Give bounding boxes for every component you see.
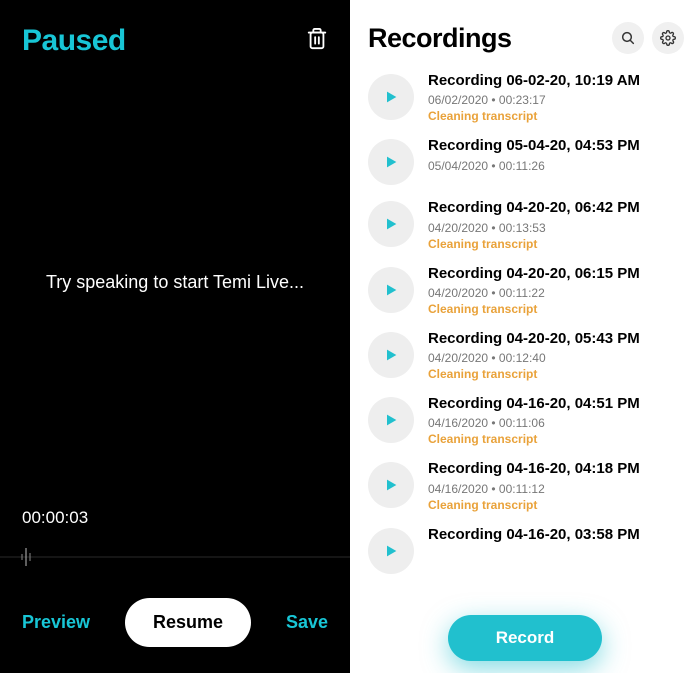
play-icon bbox=[383, 89, 399, 105]
header-icons bbox=[612, 22, 684, 54]
record-bar: Record bbox=[350, 603, 700, 673]
preview-button[interactable]: Preview bbox=[22, 612, 90, 633]
play-icon bbox=[383, 216, 399, 232]
play-icon bbox=[383, 282, 399, 298]
gear-icon bbox=[660, 30, 676, 46]
play-button[interactable] bbox=[368, 139, 414, 185]
play-button[interactable] bbox=[368, 74, 414, 120]
item-meta: Recording 05-04-20, 04:53 PM 05/04/2020 … bbox=[428, 137, 684, 172]
search-icon bbox=[620, 30, 636, 46]
prompt-area: Try speaking to start Temi Live... bbox=[0, 58, 350, 508]
list-item[interactable]: Recording 04-20-20, 05:43 PM 04/20/2020 … bbox=[368, 324, 684, 389]
record-button[interactable]: Record bbox=[448, 615, 603, 661]
timer: 00:00:03 bbox=[0, 508, 350, 528]
play-button[interactable] bbox=[368, 201, 414, 247]
item-status: Cleaning transcript bbox=[428, 302, 684, 316]
item-sub: 04/20/2020 • 00:12:40 bbox=[428, 351, 684, 365]
play-icon bbox=[383, 543, 399, 559]
play-button[interactable] bbox=[368, 332, 414, 378]
settings-button[interactable] bbox=[652, 22, 684, 54]
item-sub: 04/20/2020 • 00:13:53 bbox=[428, 221, 684, 235]
bottom-bar: Preview Resume Save bbox=[0, 598, 350, 673]
item-title: Recording 04-20-20, 05:43 PM bbox=[428, 330, 684, 348]
item-title: Recording 04-16-20, 04:51 PM bbox=[428, 395, 684, 413]
play-button[interactable] bbox=[368, 528, 414, 574]
list-item[interactable]: Recording 05-04-20, 04:53 PM 05/04/2020 … bbox=[368, 131, 684, 193]
item-meta: Recording 04-16-20, 03:58 PM bbox=[428, 526, 684, 544]
play-icon bbox=[383, 154, 399, 170]
item-sub: 04/20/2020 • 00:11:22 bbox=[428, 286, 684, 300]
item-meta: Recording 04-16-20, 04:18 PM 04/16/2020 … bbox=[428, 460, 684, 511]
page-title: Recordings bbox=[368, 23, 512, 54]
search-button[interactable] bbox=[612, 22, 644, 54]
play-icon bbox=[383, 477, 399, 493]
list-item[interactable]: Recording 04-16-20, 04:18 PM 04/16/2020 … bbox=[368, 454, 684, 519]
item-meta: Recording 06-02-20, 10:19 AM 06/02/2020 … bbox=[428, 72, 684, 123]
item-status: Cleaning transcript bbox=[428, 498, 684, 512]
play-icon bbox=[383, 347, 399, 363]
recordings-pane: Recordings Recording 06-02-20, 1 bbox=[350, 0, 700, 673]
item-sub: 04/16/2020 • 00:11:12 bbox=[428, 482, 684, 496]
prompt-text: Try speaking to start Temi Live... bbox=[46, 271, 304, 294]
list-item[interactable]: Recording 04-16-20, 04:51 PM 04/16/2020 … bbox=[368, 389, 684, 454]
waveform bbox=[0, 544, 350, 570]
item-status: Cleaning transcript bbox=[428, 367, 684, 381]
recordings-list: Recording 06-02-20, 10:19 AM 06/02/2020 … bbox=[350, 66, 700, 673]
item-title: Recording 04-20-20, 06:15 PM bbox=[428, 265, 684, 283]
status-label: Paused bbox=[22, 24, 126, 58]
item-status: Cleaning transcript bbox=[428, 237, 684, 251]
item-title: Recording 04-20-20, 06:42 PM bbox=[428, 199, 684, 217]
recording-pane: Paused Try speaking to start Temi Live..… bbox=[0, 0, 350, 673]
play-icon bbox=[383, 412, 399, 428]
left-header: Paused bbox=[0, 0, 350, 58]
item-title: Recording 05-04-20, 04:53 PM bbox=[428, 137, 684, 155]
item-status: Cleaning transcript bbox=[428, 109, 684, 123]
item-sub: 04/16/2020 • 00:11:06 bbox=[428, 416, 684, 430]
list-item[interactable]: Recording 04-20-20, 06:42 PM 04/20/2020 … bbox=[368, 193, 684, 258]
item-meta: Recording 04-20-20, 05:43 PM 04/20/2020 … bbox=[428, 330, 684, 381]
item-title: Recording 04-16-20, 04:18 PM bbox=[428, 460, 684, 478]
item-title: Recording 06-02-20, 10:19 AM bbox=[428, 72, 684, 90]
resume-button[interactable]: Resume bbox=[125, 598, 251, 647]
item-meta: Recording 04-16-20, 04:51 PM 04/16/2020 … bbox=[428, 395, 684, 446]
trash-icon bbox=[306, 26, 328, 52]
item-meta: Recording 04-20-20, 06:42 PM 04/20/2020 … bbox=[428, 199, 684, 250]
right-header: Recordings bbox=[350, 0, 700, 66]
list-item[interactable]: Recording 06-02-20, 10:19 AM 06/02/2020 … bbox=[368, 66, 684, 131]
play-button[interactable] bbox=[368, 397, 414, 443]
item-status: Cleaning transcript bbox=[428, 432, 684, 446]
item-sub: 06/02/2020 • 00:23:17 bbox=[428, 93, 684, 107]
list-item[interactable]: Recording 04-20-20, 06:15 PM 04/20/2020 … bbox=[368, 259, 684, 324]
item-title: Recording 04-16-20, 03:58 PM bbox=[428, 526, 684, 544]
item-sub: 05/04/2020 • 00:11:26 bbox=[428, 159, 684, 173]
play-button[interactable] bbox=[368, 462, 414, 508]
delete-button[interactable] bbox=[306, 26, 328, 57]
list-item[interactable]: Recording 04-16-20, 03:58 PM bbox=[368, 520, 684, 582]
item-meta: Recording 04-20-20, 06:15 PM 04/20/2020 … bbox=[428, 265, 684, 316]
play-button[interactable] bbox=[368, 267, 414, 313]
save-button[interactable]: Save bbox=[286, 612, 328, 633]
